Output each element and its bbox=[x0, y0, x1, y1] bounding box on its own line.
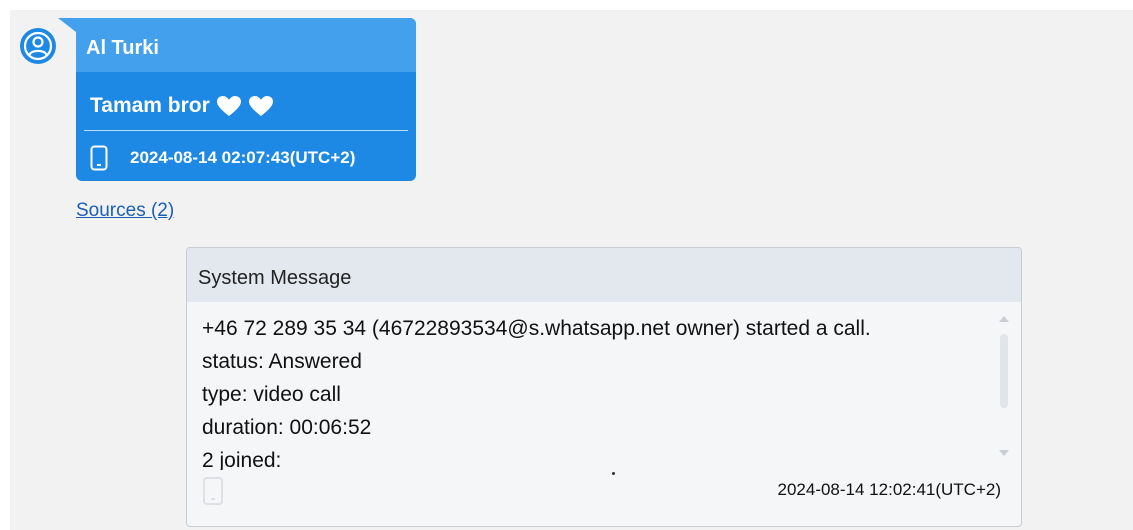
white-heart-icon bbox=[216, 96, 241, 116]
system-message-line: type: video call bbox=[202, 383, 341, 406]
stray-dot bbox=[612, 472, 615, 475]
phone-icon bbox=[203, 477, 223, 505]
message-bubble[interactable]: Al Turki Tamam bror 2024-08-14 02:07:43(… bbox=[76, 18, 416, 181]
vertical-scrollbar[interactable] bbox=[999, 316, 1009, 456]
system-message-timestamp: 2024-08-14 12:02:41(UTC+2) bbox=[777, 480, 1002, 499]
white-heart-icon bbox=[248, 96, 273, 116]
message-timestamp: 2024-08-14 02:07:43(UTC+2) bbox=[130, 148, 356, 167]
message-text-row: Tamam bror bbox=[76, 72, 416, 128]
system-message-panel: System Message +46 72 289 35 34 (4672289… bbox=[186, 247, 1022, 527]
system-message-title: System Message bbox=[187, 248, 1021, 302]
scroll-up-arrow-icon[interactable] bbox=[999, 316, 1009, 322]
phone-icon bbox=[90, 145, 108, 171]
system-message-body: +46 72 289 35 34 (46722893534@s.whatsapp… bbox=[187, 302, 1021, 470]
system-message-line: status: Answered bbox=[202, 350, 362, 373]
avatar-user-icon[interactable] bbox=[20, 28, 56, 64]
system-message-line: +46 72 289 35 34 (46722893534@s.whatsapp… bbox=[202, 317, 871, 340]
bubble-tail bbox=[58, 18, 76, 32]
scroll-thumb[interactable] bbox=[1000, 334, 1008, 408]
message-footer: 2024-08-14 02:07:43(UTC+2) bbox=[76, 131, 416, 171]
scroll-down-arrow-icon[interactable] bbox=[999, 450, 1009, 456]
system-message-line: duration: 00:06:52 bbox=[202, 416, 372, 439]
sender-name: Al Turki bbox=[76, 18, 416, 72]
sources-link[interactable]: Sources (2) bbox=[76, 200, 174, 222]
message-text: Tamam bror bbox=[90, 94, 210, 117]
system-message-footer: 2024-08-14 12:02:41(UTC+2) bbox=[187, 466, 1021, 526]
